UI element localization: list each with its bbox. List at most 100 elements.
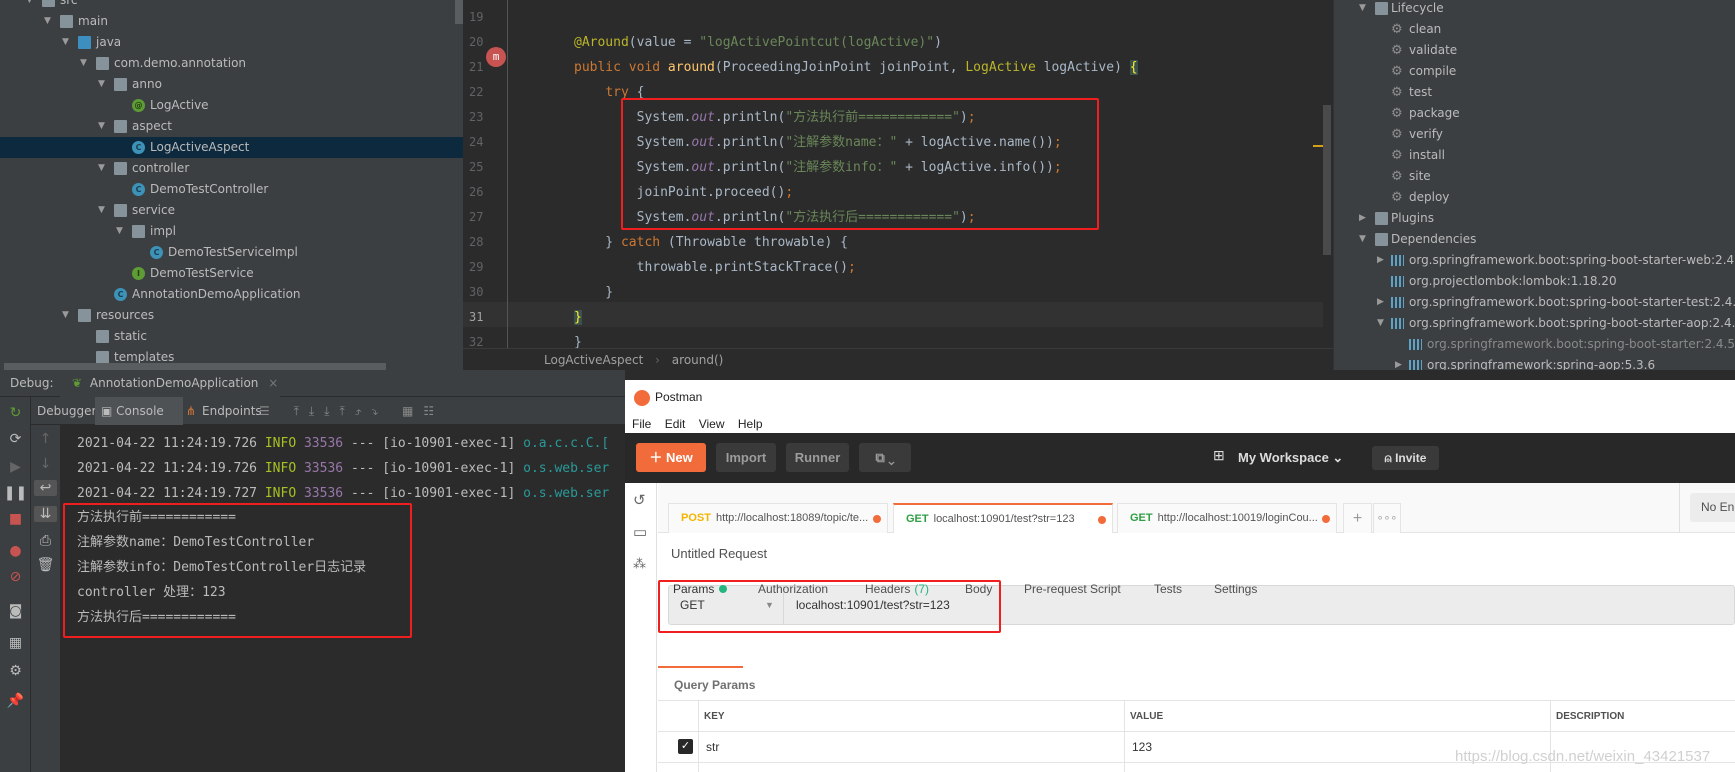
maven-item[interactable]: ▶ org.springframework.boot:spring-boot-st… [1334,292,1735,313]
tab-headers[interactable]: Headers (7) [865,582,929,596]
collections-icon[interactable]: ▭ [633,523,647,541]
scroll-to-end-icon[interactable]: ⇊ [34,506,57,522]
tab-endpoints[interactable]: Endpoints [202,397,262,425]
code-editor[interactable]: m 19 20 @Around(value = "logActivePointcut… [463,0,1333,370]
expand-triangle-icon[interactable]: ▶ [1377,250,1384,271]
menu-view[interactable]: View [699,417,725,431]
tab-console[interactable]: ▣ Console [95,397,183,425]
console-output[interactable]: 2021-04-22 11:24:19.726 INFO 33536 --- [… [60,425,625,772]
down-arrow-icon[interactable]: ↓ [31,456,60,472]
settings-icon[interactable]: ⚙ [0,663,31,679]
expand-triangle-icon[interactable]: ▼ [80,53,87,74]
param-value[interactable]: 123 [1132,740,1152,754]
tree-item[interactable]: ▼ com.demo.annotation [0,53,463,74]
tree-item[interactable]: ▼ java [0,32,463,53]
tree-item[interactable]: C AnnotationDemoApplication [0,284,463,305]
tree-item[interactable]: ▼ controller [0,158,463,179]
expand-triangle-icon[interactable]: ▼ [116,221,123,242]
override-method-icon[interactable]: m [486,47,506,67]
request-tab[interactable]: GET localhost:10901/test?str=123 [893,503,1113,533]
new-window-button[interactable]: ⧉ ⌄ [859,443,911,472]
tree-item[interactable]: static [0,326,463,347]
expand-triangle-icon[interactable]: ▼ [1377,313,1384,334]
maven-item[interactable]: ▶ org.springframework.boot:spring-boot-st… [1334,250,1735,271]
close-icon[interactable]: × [268,376,278,390]
menu-edit[interactable]: Edit [665,417,686,431]
maven-item[interactable]: ▼ Dependencies [1334,229,1735,250]
apis-icon[interactable]: ⁂ [633,556,646,572]
tree-item[interactable]: C DemoTestServiceImpl [0,242,463,263]
expand-triangle-icon[interactable]: ▶ [1395,355,1402,370]
view-breakpoints-icon[interactable]: ● [0,543,31,559]
tab-params[interactable]: Params [673,582,728,596]
param-checkbox[interactable]: ✓ [678,739,693,754]
expand-triangle-icon[interactable]: ▼ [98,116,105,137]
tab-tests[interactable]: Tests [1154,582,1182,596]
tree-item[interactable]: I DemoTestService [0,263,463,284]
tree-horizontal-scrollbar[interactable] [4,363,386,370]
tree-item[interactable]: ▼ anno [0,74,463,95]
maven-item[interactable]: ⚙ install [1334,145,1735,166]
maven-item[interactable]: ⚙ verify [1334,124,1735,145]
maven-item[interactable]: org.projectlombok:lombok:1.18.20 [1334,271,1735,292]
maven-item[interactable]: ▶ org.springframework:spring-aop:5.3.6 [1334,355,1735,370]
tab-settings[interactable]: Settings [1214,582,1257,596]
up-arrow-icon[interactable]: ↑ [31,431,60,447]
new-button[interactable]: ＋ New [636,443,706,472]
restart-icon[interactable]: ⟳ [0,431,31,447]
menu-file[interactable]: File [632,417,651,431]
maven-item[interactable]: ▼ org.springframework.boot:spring-boot-st… [1334,313,1735,334]
warning-marker[interactable] [1313,145,1323,147]
maven-item[interactable]: ⚙ compile [1334,61,1735,82]
new-tab-button[interactable]: + [1343,503,1372,533]
expand-triangle-icon[interactable]: ▶ [1377,292,1384,313]
tree-item[interactable]: ▼ resources [0,305,463,326]
tree-item[interactable]: @ LogActive [0,95,463,116]
expand-triangle-icon[interactable]: ▼ [44,11,51,32]
expand-triangle-icon[interactable]: ▼ [98,158,105,179]
maven-item[interactable]: ⚙ validate [1334,40,1735,61]
layout-icon[interactable]: ▦ [0,635,31,651]
rerun-icon[interactable]: ↻ [0,405,31,421]
tree-item[interactable]: C LogActiveAspect [0,137,463,158]
expand-triangle-icon[interactable]: ▶ [1359,208,1366,229]
pin-icon[interactable]: 📌 [0,693,31,709]
trash-icon[interactable]: 🗑 [31,557,60,573]
tree-item[interactable]: ▼ aspect [0,116,463,137]
expand-triangle-icon[interactable]: ▼ [98,200,105,221]
step-toolbar-icons[interactable]: ☰ ⤒⤓⤓⤒⤴⤵ ▦☷ [259,397,444,425]
tree-item[interactable]: ▼ impl [0,221,463,242]
run-config-tab[interactable]: ❦ AnnotationDemoApplication × [60,370,280,397]
invite-button[interactable]: ⍝ Invite [1372,446,1439,470]
expand-triangle-icon[interactable]: ▼ [62,32,69,53]
tree-item[interactable]: ▼ main [0,11,463,32]
environment-selector[interactable]: No En [1690,493,1735,522]
print-icon[interactable]: ⎙ [31,533,60,549]
expand-triangle-icon[interactable]: ▼ [62,305,69,326]
expand-triangle-icon[interactable]: ▼ [26,0,33,11]
tree-item[interactable]: ▼ service [0,200,463,221]
mute-breakpoints-icon[interactable]: ⊘ [0,569,31,585]
request-tab[interactable]: POST http://localhost:18089/topic/te... [668,503,888,533]
maven-item[interactable]: ⚙ package [1334,103,1735,124]
param-key[interactable]: str [706,740,719,754]
stop-icon[interactable]: ■ [0,511,31,527]
runner-button[interactable]: Runner [786,443,849,472]
maven-item[interactable]: ▶ Plugins [1334,208,1735,229]
tree-vertical-scrollbar[interactable] [455,0,463,24]
request-tab[interactable]: GET http://localhost:10019/loginCou... [1117,503,1337,533]
maven-item[interactable]: ▼ Lifecycle [1334,0,1735,19]
soft-wrap-icon[interactable]: ↩ [34,480,57,496]
resume-icon[interactable]: ▶ [0,459,31,475]
tab-debugger[interactable]: Debugger [37,397,96,425]
tab-authorization[interactable]: Authorization [758,582,828,596]
maven-item[interactable]: ⚙ clean [1334,19,1735,40]
more-tabs-icon[interactable]: ∘∘∘ [1373,503,1401,533]
maven-item[interactable]: ⚙ site [1334,166,1735,187]
maven-item[interactable]: org.springframework.boot:spring-boot-sta… [1334,334,1735,355]
request-name[interactable]: Untitled Request [671,546,767,561]
tree-item[interactable]: ▼ src [0,0,463,11]
breadcrumb-method[interactable]: around() [672,353,724,367]
camera-icon[interactable]: ◙ [0,603,31,619]
tree-item[interactable]: C DemoTestController [0,179,463,200]
